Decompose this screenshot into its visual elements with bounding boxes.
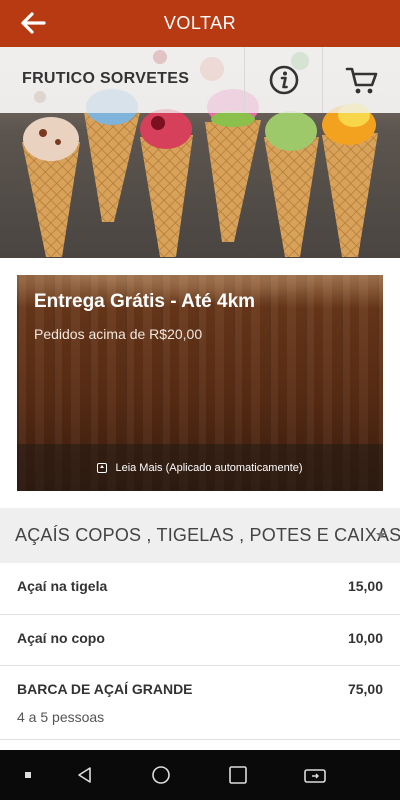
square-recents-icon xyxy=(229,766,247,784)
store-info-button[interactable] xyxy=(244,47,322,113)
item-price: 10,00 xyxy=(347,630,383,646)
menu-item[interactable]: Açaí no copo 10,00 xyxy=(0,615,400,666)
store-hero-image: FRUTICO SORVETES xyxy=(0,47,400,258)
circle-home-icon xyxy=(152,766,170,784)
nav-back-button[interactable] xyxy=(70,760,100,790)
item-name: Açaí no copo xyxy=(17,630,105,646)
item-name: Açaí na tigela xyxy=(17,578,108,594)
cart-icon xyxy=(345,67,377,94)
read-more-link[interactable]: Leia Mais (Aplicado automaticamente) xyxy=(17,444,383,491)
expand-icon xyxy=(97,462,108,473)
menu-section-header[interactable]: AÇAÍS COPOS , TIGELAS , POTES E CAIXAS xyxy=(0,508,400,563)
system-navigation-bar xyxy=(0,750,400,800)
cart-button[interactable] xyxy=(322,47,400,113)
section-title: AÇAÍS COPOS , TIGELAS , POTES E CAIXAS xyxy=(15,525,400,545)
free-delivery-banner[interactable]: Entrega Grátis - Até 4km Pedidos acima d… xyxy=(17,275,383,491)
item-description: 4 a 5 pessoas xyxy=(17,709,105,725)
menu-dot-button[interactable] xyxy=(13,760,43,790)
store-bar: FRUTICO SORVETES xyxy=(0,47,400,113)
nav-recents-button[interactable] xyxy=(223,760,253,790)
chevron-down-icon xyxy=(376,533,386,538)
nav-home-button[interactable] xyxy=(146,760,176,790)
small-square-icon xyxy=(25,772,31,778)
item-price: 75,00 xyxy=(347,681,383,697)
read-more-label: Leia Mais (Aplicado automaticamente) xyxy=(115,461,303,474)
promo-subtitle: Pedidos acima de R$20,00 xyxy=(34,326,203,342)
store-name: FRUTICO SORVETES xyxy=(22,70,190,87)
item-price: 15,00 xyxy=(347,578,383,594)
promo-title: Entrega Grátis - Até 4km xyxy=(34,291,256,312)
triangle-back-icon xyxy=(78,767,91,783)
arrow-left-icon xyxy=(21,12,46,34)
menu-item[interactable]: BARCA DE AÇAÍ GRANDE 75,00 4 a 5 pessoas xyxy=(0,666,400,740)
top-bar: VOLTAR xyxy=(0,0,400,47)
back-button[interactable] xyxy=(18,8,66,40)
screen-rotate-icon xyxy=(304,769,326,783)
menu-item[interactable]: Açaí na tigela 15,00 xyxy=(0,563,400,615)
info-icon xyxy=(269,65,298,95)
page-title[interactable]: VOLTAR xyxy=(164,13,236,34)
item-name: BARCA DE AÇAÍ GRANDE xyxy=(17,681,193,697)
nav-rotate-button[interactable] xyxy=(300,760,330,790)
